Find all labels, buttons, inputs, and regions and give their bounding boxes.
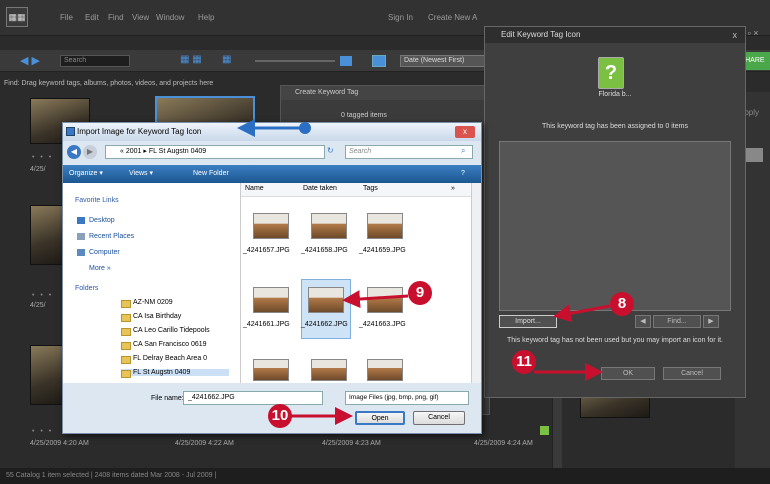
arrow-9	[342, 290, 409, 309]
callout-arrows	[237, 119, 611, 425]
callout-10: 10	[268, 404, 292, 428]
callout-9: 9	[408, 281, 432, 305]
callout-11: 11	[512, 350, 536, 374]
arrow-8	[553, 304, 611, 323]
pointer-dot	[299, 122, 311, 134]
callout-8: 8	[610, 292, 634, 316]
